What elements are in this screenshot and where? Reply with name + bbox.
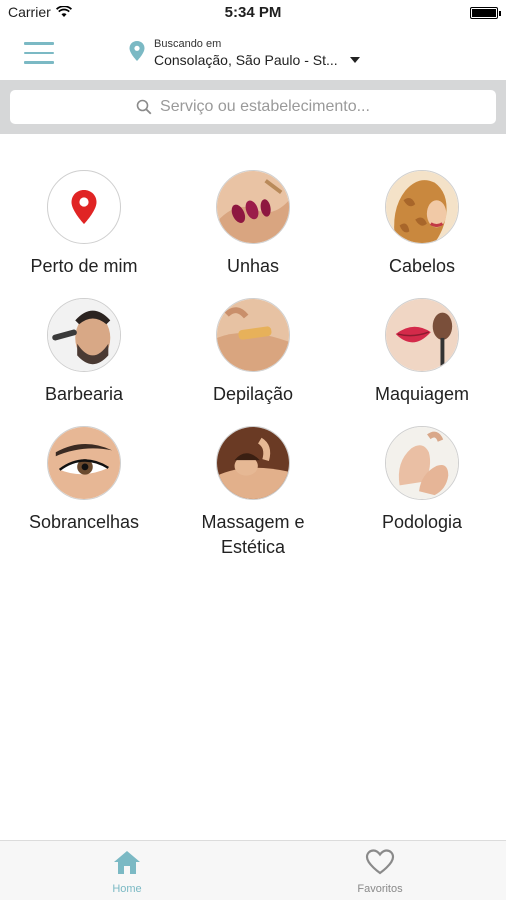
tab-bar: Home Favoritos: [0, 840, 506, 900]
eyebrow-photo: [47, 426, 121, 500]
location-selector[interactable]: Buscando em Consolação, São Paulo - St..…: [154, 38, 360, 68]
category-cabelos[interactable]: Cabelos: [338, 170, 506, 279]
category-label: Massagem e Estética: [201, 512, 305, 557]
location-label: Buscando em: [154, 38, 222, 50]
category-podologia[interactable]: Podologia: [338, 426, 506, 535]
category-label: Depilação: [212, 384, 294, 404]
barber-photo: [47, 298, 121, 372]
category-sobrancelhas[interactable]: Sobrancelhas: [0, 426, 168, 535]
massage-photo: [216, 426, 290, 500]
tab-home-label: Home: [112, 883, 142, 895]
location-value: Consolação, São Paulo - St...: [154, 52, 338, 68]
category-label: Maquiagem: [374, 384, 470, 404]
category-icon-circle: [47, 170, 121, 244]
feet-photo: [385, 426, 459, 500]
location-pin-icon: [129, 41, 145, 61]
heart-icon: [365, 849, 395, 875]
hair-photo: [385, 170, 459, 244]
status-bar: Carrier 5:34 PM: [0, 0, 506, 26]
location-pin-icon: [71, 190, 97, 224]
category-label: Podologia: [381, 512, 463, 532]
category-maquiagem[interactable]: Maquiagem: [338, 298, 506, 407]
battery-icon: [470, 7, 501, 19]
top-bar: Buscando em Consolação, São Paulo - St..…: [0, 26, 506, 80]
category-unhas[interactable]: Unhas: [169, 170, 337, 279]
makeup-photo: [385, 298, 459, 372]
category-barbearia[interactable]: Barbearia: [0, 298, 168, 407]
category-label: Sobrancelhas: [28, 512, 140, 532]
search-icon: [136, 99, 152, 115]
home-icon: [114, 851, 140, 874]
category-perto-de-mim[interactable]: Perto de mim: [0, 170, 168, 279]
category-massagem-estetica[interactable]: Massagem e Estética: [169, 426, 337, 560]
menu-button[interactable]: [24, 42, 54, 64]
category-label: Barbearia: [44, 384, 124, 404]
category-label: Unhas: [226, 256, 280, 276]
waxing-photo: [216, 298, 290, 372]
status-time: 5:34 PM: [224, 4, 282, 21]
search-input[interactable]: Serviço ou estabelecimento...: [10, 90, 496, 124]
category-depilacao[interactable]: Depilação: [169, 298, 337, 407]
search-placeholder: Serviço ou estabelecimento...: [160, 98, 370, 115]
category-label: Perto de mim: [30, 256, 138, 276]
category-label: Cabelos: [388, 256, 456, 276]
search-bar-band: Serviço ou estabelecimento...: [0, 80, 506, 134]
tab-favoritos-label: Favoritos: [357, 883, 403, 895]
tab-home[interactable]: Home: [67, 849, 187, 895]
tab-favoritos[interactable]: Favoritos: [320, 849, 440, 895]
nails-photo: [216, 170, 290, 244]
caret-down-icon: [349, 57, 360, 63]
